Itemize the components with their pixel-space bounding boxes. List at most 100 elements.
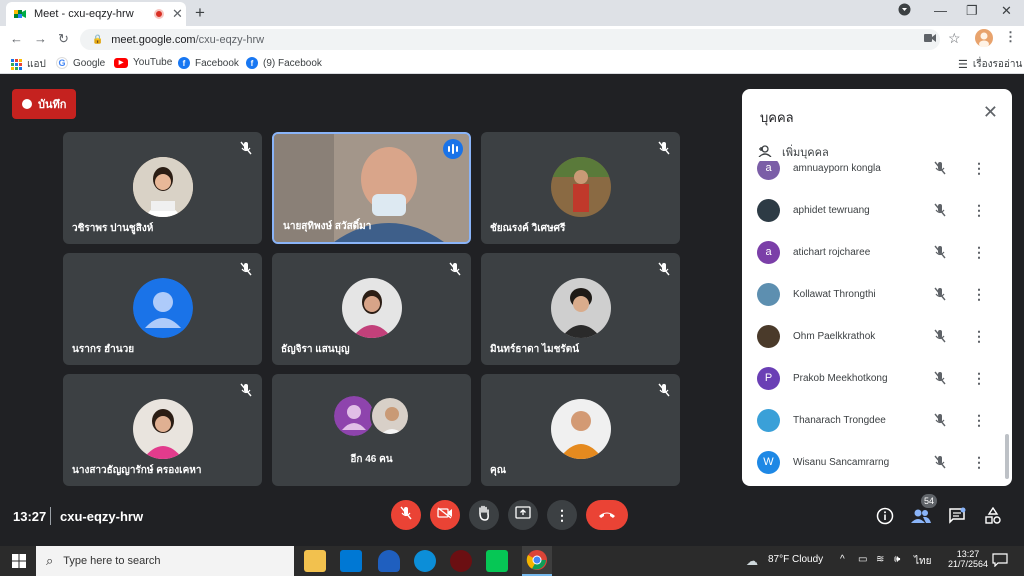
network-icon[interactable]: ▭	[858, 554, 867, 565]
participant-row[interactable]: Thanarach Trongdee ⋮	[742, 399, 1012, 441]
window-close-icon[interactable]: ✕	[1001, 3, 1012, 19]
participant-photo	[370, 396, 410, 436]
windows-start-icon[interactable]	[12, 554, 26, 573]
participant-name: วชิราพร ปานชูสิงห์	[72, 223, 154, 234]
participant-tile[interactable]: มินทร์ธาดา ไมชรัตน์	[481, 253, 680, 365]
maximize-icon[interactable]: ❐	[966, 3, 978, 19]
participant-row[interactable]: W Wisanu Sancamrarng ⋮	[742, 441, 1012, 483]
participant-avatar: a	[757, 161, 780, 180]
youtube-icon: ▶	[114, 57, 128, 68]
participant-tile[interactable]: นางสาวธัญญารักษ์ ครองเคหา	[63, 374, 262, 486]
self-tile[interactable]: คุณ	[481, 374, 680, 486]
mic-toggle-button[interactable]	[391, 500, 421, 530]
add-people-button[interactable]: เพิ่มบุคคล	[758, 143, 829, 161]
camera-toggle-button[interactable]	[430, 500, 460, 530]
leave-call-button[interactable]	[586, 500, 628, 530]
panel-close-icon[interactable]: ✕	[983, 102, 998, 123]
activities-icon[interactable]	[984, 506, 1002, 525]
browser-tab[interactable]: Meet - cxu-eqzy-hrw ✕	[6, 2, 186, 26]
bookmark-google[interactable]: G Google	[56, 57, 105, 69]
scrollbar[interactable]	[1005, 434, 1009, 479]
participant-tile[interactable]: ชัยณรงค์ วิเศษศรี	[481, 132, 680, 244]
participant-list-name: Kollawat Throngthi	[793, 288, 876, 300]
bookmark-facebook[interactable]: f Facebook	[178, 57, 239, 69]
participant-avatar: a	[757, 240, 780, 264]
participant-row[interactable]: a atichart rojcharee ⋮	[742, 231, 1012, 273]
back-icon[interactable]: ←	[10, 31, 23, 46]
mic-off-icon	[239, 262, 253, 276]
url-bar[interactable]: 🔒 meet.google.com/cxu-eqzy-hrw	[80, 29, 940, 50]
meeting-details-icon[interactable]	[876, 507, 894, 525]
participant-row[interactable]: aphidet tewruang ⋮	[742, 189, 1012, 231]
tab-close-icon[interactable]: ✕	[172, 6, 183, 22]
participant-tile-speaking[interactable]: นายสุทิพงษ์ สวัสดิ์มา	[272, 132, 471, 244]
store-icon[interactable]	[340, 550, 362, 572]
taskbar-search[interactable]: ⌕ Type here to search	[36, 546, 294, 576]
reload-icon[interactable]: ↻	[58, 31, 69, 47]
profile-dropdown-icon[interactable]	[898, 3, 911, 19]
minimize-icon[interactable]: —	[934, 3, 947, 18]
participant-row[interactable]: P Prakob Meekhotkong ⋮	[742, 357, 1012, 399]
chrome-taskbar-button[interactable]	[522, 546, 552, 576]
recording-button[interactable]: บันทึก	[12, 89, 77, 119]
participant-list-name: amnuayporn kongla	[793, 162, 881, 174]
volume-icon[interactable]: 🕪	[894, 554, 900, 565]
participant-more-icon[interactable]: ⋮	[972, 412, 986, 429]
participant-more-icon[interactable]: ⋮	[972, 328, 986, 345]
participant-list-name: Wisanu Sancamrarng	[793, 456, 890, 468]
present-screen-button[interactable]	[508, 500, 538, 530]
mic-off-icon	[399, 506, 413, 525]
wifi-icon[interactable]: ≋	[876, 554, 884, 565]
profile-avatar[interactable]	[975, 29, 993, 50]
participant-photo	[133, 399, 193, 459]
defender-icon[interactable]	[378, 550, 400, 572]
bookmark-youtube[interactable]: ▶ YouTube	[114, 57, 172, 68]
participant-more-icon[interactable]: ⋮	[972, 454, 986, 471]
raise-hand-button[interactable]	[469, 500, 499, 530]
people-icon[interactable]	[911, 507, 931, 525]
line-icon[interactable]	[486, 550, 508, 572]
participant-tile[interactable]: นรากร ฮำนวย	[63, 253, 262, 365]
notification-icon[interactable]	[992, 553, 1008, 572]
mic-off-icon	[657, 141, 671, 155]
file-explorer-icon[interactable]	[304, 550, 326, 572]
participant-tile[interactable]: วชิราพร ปานชูสิงห์	[63, 132, 262, 244]
reading-list[interactable]: ☰ เรื่องรออ่าน	[958, 57, 1022, 72]
participant-more-icon[interactable]: ⋮	[972, 202, 986, 219]
participant-more-icon[interactable]: ⋮	[972, 161, 986, 177]
participant-row[interactable]: Kollawat Throngthi ⋮	[742, 273, 1012, 315]
meeting-code: cxu-eqzy-hrw	[60, 509, 144, 524]
url-host: meet.google.com	[111, 33, 196, 46]
participant-photo	[551, 278, 611, 338]
more-options-button[interactable]: ⋮	[547, 500, 577, 530]
participant-more-icon[interactable]: ⋮	[972, 370, 986, 387]
bookmark-facebook-9[interactable]: f (9) Facebook	[246, 57, 322, 69]
chat-icon[interactable]	[948, 507, 966, 525]
bookmark-star-icon[interactable]: ☆	[948, 30, 961, 47]
bookmark-apps[interactable]: แอป	[10, 57, 46, 72]
edge-icon[interactable]	[414, 550, 436, 572]
more-participants-tile[interactable]: อีก 46 คน	[272, 374, 471, 486]
participant-row[interactable]: Ohm Paelkkrathok ⋮	[742, 315, 1012, 357]
clock[interactable]: 13:27 21/7/2564	[948, 549, 988, 569]
participant-more-icon[interactable]: ⋮	[972, 244, 986, 261]
tray-chevron-icon[interactable]: ^	[840, 554, 845, 565]
new-tab-button[interactable]: +	[195, 3, 205, 23]
url-path: /cxu-eqzy-hrw	[195, 33, 265, 46]
participant-row[interactable]: a amnuayporn kongla ⋮	[742, 161, 1012, 189]
mic-off-icon	[933, 203, 947, 217]
search-icon: ⌕	[46, 553, 54, 568]
bookmarks-bar: แอป G Google ▶ YouTube f Facebook f (9) …	[0, 52, 1024, 74]
participant-tile[interactable]: ธัญจิรา แสนบุญ	[272, 253, 471, 365]
app-icon[interactable]	[450, 550, 472, 572]
forward-icon[interactable]: →	[34, 31, 47, 46]
participant-more-icon[interactable]: ⋮	[972, 286, 986, 303]
add-person-icon	[758, 144, 774, 160]
participant-name: นางสาวธัญญารักษ์ ครองเคหา	[72, 465, 202, 476]
camera-icon[interactable]	[924, 32, 936, 46]
input-language[interactable]: ไทย	[914, 554, 931, 569]
google-icon: G	[56, 57, 68, 69]
chrome-menu-icon[interactable]: ⋮	[1004, 29, 1017, 45]
weather-status[interactable]: 87°F Cloudy	[768, 554, 823, 565]
participant-list-name: aphidet tewruang	[793, 204, 870, 216]
